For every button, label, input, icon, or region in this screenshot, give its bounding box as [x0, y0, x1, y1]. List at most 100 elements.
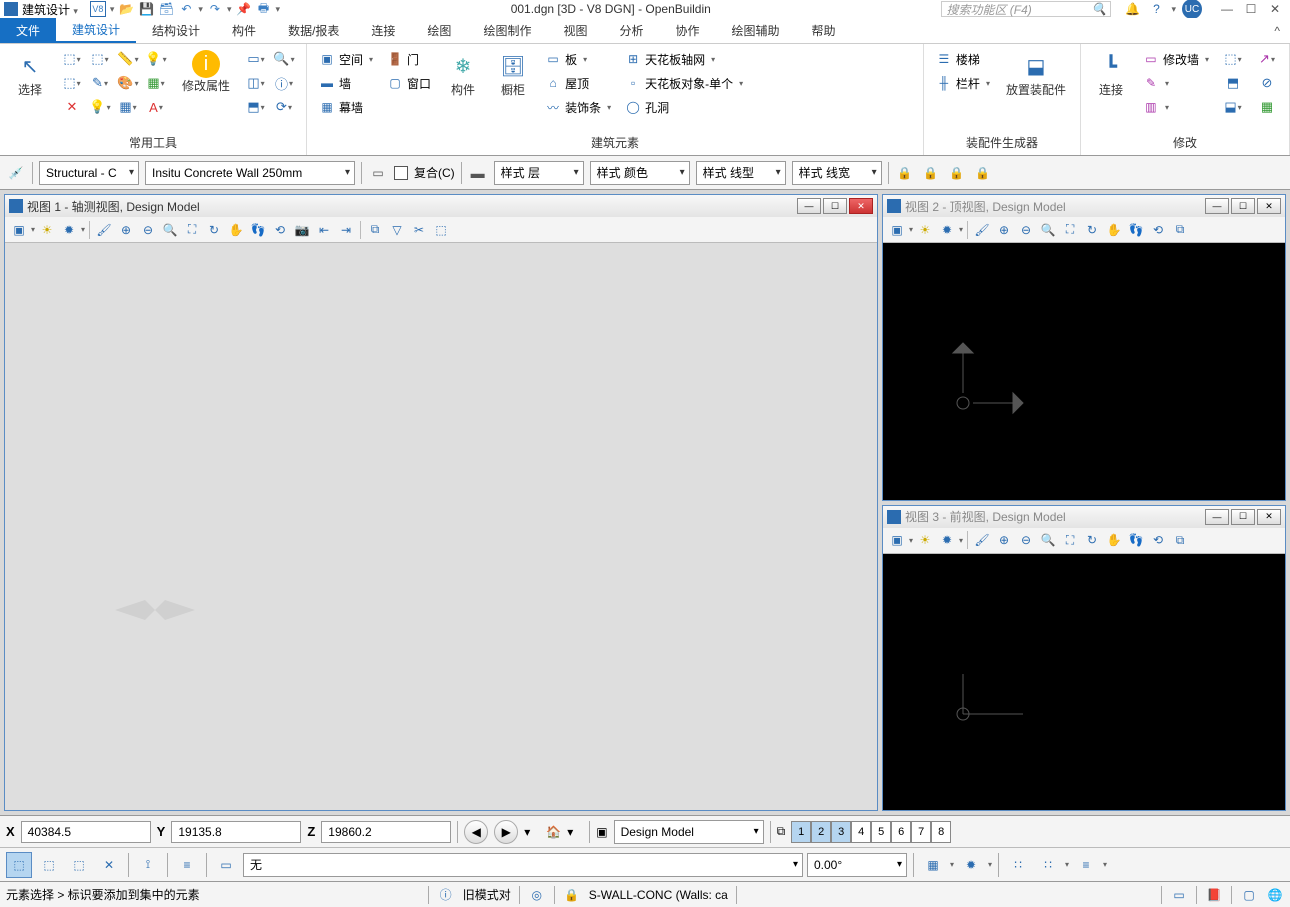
vt-prev-icon[interactable]: ⟲ — [1148, 530, 1168, 550]
hole-button[interactable]: ◯孔洞 — [621, 96, 747, 118]
space-button[interactable]: ▣空间▾ — [315, 48, 377, 70]
style-linetype-select[interactable]: 样式 线型 — [696, 161, 786, 185]
view-num-3[interactable]: 3 — [831, 821, 851, 843]
vt-zoomout-icon[interactable]: ⊖ — [138, 220, 158, 240]
vt-brush-icon[interactable]: 🖌 — [972, 530, 992, 550]
vt-display-icon[interactable]: ▣ — [9, 220, 29, 240]
view2-min-button[interactable]: — — [1205, 198, 1229, 214]
view2-close-button[interactable]: ✕ — [1257, 198, 1281, 214]
info2-icon[interactable]: ⓘ — [270, 72, 298, 94]
vt-brush-icon[interactable]: 🖌 — [94, 220, 114, 240]
vt-rotate-icon[interactable]: ↻ — [204, 220, 224, 240]
mod2-button[interactable]: ✎▾ — [1139, 72, 1213, 94]
fence2-icon[interactable]: ⬚ — [86, 48, 114, 70]
view1-max-button[interactable]: ☐ — [823, 198, 847, 214]
text-icon[interactable]: A — [142, 96, 170, 118]
vt-gear-icon[interactable]: ✹ — [937, 220, 957, 240]
angle-select[interactable]: 0.00° — [807, 853, 907, 877]
vt-rotate-icon[interactable]: ↻ — [1082, 530, 1102, 550]
t2-icon[interactable]: ◫ — [242, 72, 270, 94]
save-icon[interactable]: 💾 — [138, 1, 154, 17]
lock2-icon[interactable]: 🔒 — [921, 163, 941, 183]
vt-zoomwin-icon[interactable]: 🔍 — [1038, 530, 1058, 550]
vt-sun-icon[interactable]: ☀ — [915, 530, 935, 550]
tab-analyze[interactable]: 分析 — [603, 18, 659, 43]
zoom-icon[interactable]: 🔍 — [270, 48, 298, 70]
pen-icon[interactable]: ✎ — [86, 72, 114, 94]
x-input[interactable]: 40384.5 — [21, 821, 151, 843]
workspace-selector[interactable]: 建筑设计 ▾ — [22, 1, 78, 18]
sel5-icon[interactable]: ⟟ — [135, 852, 161, 878]
status-i1-icon[interactable]: ▭ — [1170, 886, 1188, 904]
m4-icon[interactable]: ↗ — [1253, 48, 1281, 70]
minimize-button[interactable]: — — [1216, 2, 1238, 16]
view-num-5[interactable]: 5 — [871, 821, 891, 843]
stack-icon[interactable]: ≡ — [174, 852, 200, 878]
category-select[interactable]: Structural - C — [39, 161, 139, 185]
lock4-icon[interactable]: 🔒 — [973, 163, 993, 183]
maximize-button[interactable]: ☐ — [1240, 2, 1262, 16]
rail-button[interactable]: ╫栏杆▾ — [932, 72, 994, 94]
acs-icon[interactable]: ▭ — [213, 852, 239, 878]
tab-view[interactable]: 视图 — [547, 18, 603, 43]
palette-icon[interactable]: 🎨 — [114, 72, 142, 94]
view-num-6[interactable]: 6 — [891, 821, 911, 843]
vt-prev-icon[interactable]: ⟲ — [270, 220, 290, 240]
view-num-4[interactable]: 4 — [851, 821, 871, 843]
views-icon[interactable]: ⧉ — [777, 824, 786, 839]
modify-wall-button[interactable]: ▭修改墙▾ — [1139, 48, 1213, 70]
tab-draw-prod[interactable]: 绘图制作 — [467, 18, 547, 43]
vt-fit-icon[interactable]: ⛶ — [1060, 530, 1080, 550]
tab-data-report[interactable]: 数据/报表 — [272, 18, 355, 43]
saveall-icon[interactable]: 🗃 — [158, 1, 174, 17]
tab-struct-design[interactable]: 结构设计 — [136, 18, 216, 43]
tab-help[interactable]: 帮助 — [796, 18, 852, 43]
snap3-icon[interactable]: ≡ — [1073, 852, 1099, 878]
view3-close-button[interactable]: ✕ — [1257, 509, 1281, 525]
measure-icon[interactable]: 📏 — [114, 48, 142, 70]
vt-copy-icon[interactable]: ⧉ — [1170, 530, 1190, 550]
fence3-icon[interactable]: ⬚ — [58, 72, 86, 94]
template-icon[interactable]: ▭ — [368, 163, 388, 183]
grid-icon[interactable]: ▦ — [142, 72, 170, 94]
vt-fit-icon[interactable]: ⛶ — [182, 220, 202, 240]
vt-fit-icon[interactable]: ⛶ — [1060, 220, 1080, 240]
view-num-1[interactable]: 1 — [791, 821, 811, 843]
view2-canvas[interactable] — [883, 243, 1285, 500]
view2-titlebar[interactable]: 视图 2 - 顶视图, Design Model — ☐ ✕ — [883, 195, 1285, 217]
modify-props-button[interactable]: i 修改属性 — [176, 48, 236, 95]
y-input[interactable]: 19135.8 — [171, 821, 301, 843]
vt-gear-icon[interactable]: ✹ — [59, 220, 79, 240]
open-icon[interactable]: 📂 — [118, 1, 134, 17]
help-icon[interactable]: ? — [1147, 0, 1165, 18]
lock1-icon[interactable]: 🔒 — [895, 163, 915, 183]
vt-display-icon[interactable]: ▣ — [887, 530, 907, 550]
vt-fwd-icon[interactable]: ⇥ — [336, 220, 356, 240]
vt-zoomin-icon[interactable]: ⊕ — [994, 530, 1014, 550]
vt-sun-icon[interactable]: ☀ — [37, 220, 57, 240]
view3-min-button[interactable]: — — [1205, 509, 1229, 525]
vt-walk-icon[interactable]: 👣 — [1126, 220, 1146, 240]
tab-collab[interactable]: 协作 — [659, 18, 715, 43]
notification-icon[interactable]: 🔔 — [1123, 0, 1141, 18]
ceiling-grid-button[interactable]: ⊞天花板轴网▾ — [621, 48, 747, 70]
status-i3-icon[interactable]: ▢ — [1240, 886, 1258, 904]
vt-cam-icon[interactable]: 📷 — [292, 220, 312, 240]
mod3-button[interactable]: ▥▾ — [1139, 96, 1213, 118]
vt-back-icon[interactable]: ⇤ — [314, 220, 334, 240]
roof-button[interactable]: ⌂屋顶 — [541, 72, 615, 94]
window-button[interactable]: ▢窗口 — [383, 72, 435, 94]
v8-icon[interactable]: V8 — [90, 1, 106, 17]
view2-max-button[interactable]: ☐ — [1231, 198, 1255, 214]
cabinet-button[interactable]: 🗄 橱柜 — [491, 48, 535, 99]
pin-icon[interactable]: 📌 — [235, 1, 251, 17]
sel1-icon[interactable]: ⬚ — [6, 852, 32, 878]
snap2-icon[interactable]: ∷ — [1035, 852, 1061, 878]
stair-button[interactable]: ☰楼梯 — [932, 48, 994, 70]
vt-pan-icon[interactable]: ✋ — [1104, 530, 1124, 550]
nav-down-icon[interactable]: ▾ — [524, 825, 540, 839]
model-select[interactable]: Design Model — [614, 820, 764, 844]
nav-down2-icon[interactable]: ▾ — [567, 825, 583, 839]
grid2-icon[interactable]: ✹ — [958, 852, 984, 878]
acs-select[interactable]: 无 — [243, 853, 803, 877]
